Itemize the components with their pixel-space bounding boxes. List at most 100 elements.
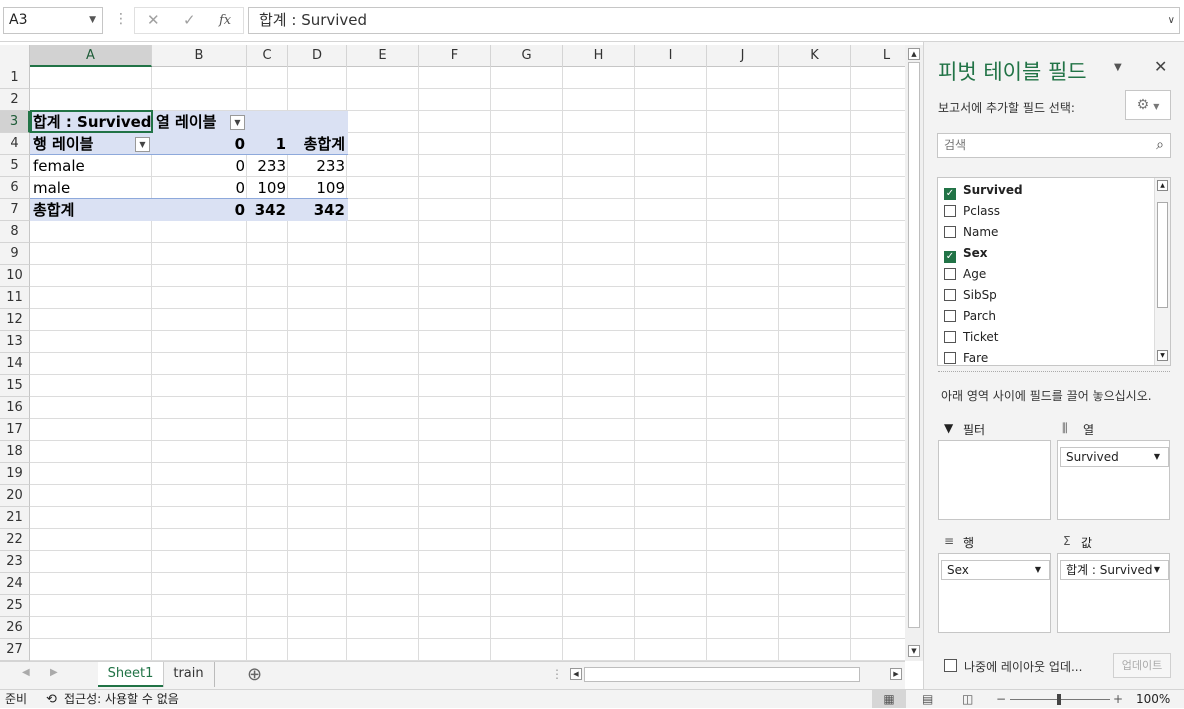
scroll-left-icon[interactable]: ◀ bbox=[570, 668, 582, 680]
close-icon[interactable]: ✕ bbox=[1154, 57, 1167, 76]
pivot-row-labels[interactable]: 행 레이블 bbox=[30, 133, 130, 155]
column-header-b[interactable]: B bbox=[152, 45, 247, 67]
column-header-a[interactable]: A bbox=[30, 45, 152, 67]
column-header-h[interactable]: H bbox=[563, 45, 635, 67]
page-break-view-icon[interactable]: ◫ bbox=[962, 690, 973, 709]
row-header-2[interactable]: 2 bbox=[0, 89, 30, 111]
row-header-16[interactable]: 16 bbox=[0, 397, 30, 419]
scroll-up-icon[interactable]: ▲ bbox=[1157, 180, 1168, 191]
checkbox-icon[interactable] bbox=[944, 289, 956, 301]
pivot-col-grand-total[interactable]: 총합계 bbox=[289, 133, 348, 155]
row-header-1[interactable]: 1 bbox=[0, 67, 30, 89]
column-header-l[interactable]: L bbox=[851, 45, 905, 67]
column-header-c[interactable]: C bbox=[247, 45, 288, 67]
chevron-down-icon[interactable]: ▼ bbox=[1035, 561, 1041, 579]
pivot-cell[interactable]: 0 bbox=[153, 177, 248, 199]
vertical-scrollbar[interactable]: ▲ ▼ bbox=[905, 45, 923, 661]
chevron-down-icon[interactable]: ▼ bbox=[1154, 561, 1160, 579]
enter-icon[interactable]: ✓ bbox=[183, 11, 196, 29]
insert-function-icon[interactable]: fx bbox=[219, 13, 231, 28]
gear-icon[interactable]: ⚙ ▼ bbox=[1125, 90, 1171, 120]
pivot-total-cell[interactable]: 342 bbox=[248, 199, 289, 221]
field-item-survived[interactable]: ✓ Survived bbox=[944, 180, 1023, 201]
columns-zone-item[interactable]: Survived ▼ bbox=[1060, 447, 1169, 467]
row-header-27[interactable]: 27 bbox=[0, 639, 30, 661]
row-header-23[interactable]: 23 bbox=[0, 551, 30, 573]
row-header-18[interactable]: 18 bbox=[0, 441, 30, 463]
scroll-down-icon[interactable]: ▼ bbox=[908, 645, 920, 657]
row-header-25[interactable]: 25 bbox=[0, 595, 30, 617]
prev-sheet-icon[interactable]: ◀ bbox=[22, 667, 30, 678]
next-sheet-icon[interactable]: ▶ bbox=[50, 667, 58, 678]
field-item-pclass[interactable]: Pclass bbox=[944, 201, 1000, 222]
select-all-corner[interactable] bbox=[0, 45, 30, 67]
name-box[interactable]: A3 ▼ bbox=[3, 7, 103, 34]
row-header-5[interactable]: 5 bbox=[0, 155, 30, 177]
column-header-g[interactable]: G bbox=[491, 45, 563, 67]
checkbox-icon[interactable] bbox=[944, 205, 956, 217]
field-item-ticket[interactable]: Ticket bbox=[944, 327, 999, 348]
row-header-14[interactable]: 14 bbox=[0, 353, 30, 375]
column-header-j[interactable]: J bbox=[707, 45, 779, 67]
row-header-26[interactable]: 26 bbox=[0, 617, 30, 639]
rows-zone[interactable]: Sex ▼ bbox=[938, 553, 1051, 633]
column-header-f[interactable]: F bbox=[419, 45, 491, 67]
checkbox-icon[interactable] bbox=[944, 226, 956, 238]
row-header-24[interactable]: 24 bbox=[0, 573, 30, 595]
zoom-out-icon[interactable]: − bbox=[996, 690, 1006, 709]
field-list-scrollbar[interactable]: ▲ ▼ bbox=[1154, 178, 1170, 365]
column-header-d[interactable]: D bbox=[288, 45, 347, 67]
field-search-input[interactable]: 검색 ⌕ bbox=[937, 133, 1171, 158]
row-header-10[interactable]: 10 bbox=[0, 265, 30, 287]
row-header-22[interactable]: 22 bbox=[0, 529, 30, 551]
row-header-17[interactable]: 17 bbox=[0, 419, 30, 441]
checkbox-icon[interactable] bbox=[944, 268, 956, 280]
row-header-4[interactable]: 4 bbox=[0, 133, 30, 155]
field-item-age[interactable]: Age bbox=[944, 264, 986, 285]
row-header-19[interactable]: 19 bbox=[0, 463, 30, 485]
row-header-15[interactable]: 15 bbox=[0, 375, 30, 397]
row-header-8[interactable]: 8 bbox=[0, 221, 30, 243]
pivot-cell[interactable]: 0 bbox=[153, 155, 248, 177]
row-header-6[interactable]: 6 bbox=[0, 177, 30, 199]
row-header-13[interactable]: 13 bbox=[0, 331, 30, 353]
chevron-down-icon[interactable]: ∨ bbox=[1168, 8, 1175, 33]
row-header-21[interactable]: 21 bbox=[0, 507, 30, 529]
pivot-total-cell[interactable]: 342 bbox=[289, 199, 348, 221]
checkbox-icon[interactable] bbox=[944, 352, 956, 364]
values-zone-item[interactable]: 합계 : Survived ▼ bbox=[1060, 560, 1169, 580]
field-item-sibsp[interactable]: SibSp bbox=[944, 285, 997, 306]
values-zone[interactable]: 합계 : Survived ▼ bbox=[1057, 553, 1170, 633]
pivot-cell[interactable]: 109 bbox=[289, 177, 348, 199]
pivot-col-value-0[interactable]: 0 bbox=[153, 133, 248, 155]
horizontal-scroll-thumb[interactable] bbox=[584, 667, 860, 682]
column-filter-dropdown-icon[interactable]: ▼ bbox=[230, 115, 245, 130]
pivot-col-value-1[interactable]: 1 bbox=[248, 133, 289, 155]
field-item-fare[interactable]: Fare bbox=[944, 348, 988, 365]
worksheet-grid[interactable]: ABCDEFGHIJKL 1 2 3 4 5 6 7 8 9 10 11 12 13 14 15 16 17 18… bbox=[0, 45, 905, 661]
checkbox-checked-icon[interactable]: ✓ bbox=[944, 251, 956, 263]
cancel-icon[interactable]: ✕ bbox=[147, 11, 160, 29]
horizontal-scrollbar[interactable]: ◀ ▶ bbox=[570, 667, 905, 683]
column-header-i[interactable]: I bbox=[635, 45, 707, 67]
checkbox-icon[interactable] bbox=[944, 331, 956, 343]
chevron-down-icon[interactable]: ▼ bbox=[1154, 448, 1160, 466]
panel-divider[interactable] bbox=[938, 371, 1170, 372]
accessibility-status[interactable]: 접근성: 사용할 수 없음 bbox=[64, 690, 179, 709]
defer-update-checkbox[interactable] bbox=[944, 659, 957, 672]
row-header-11[interactable]: 11 bbox=[0, 287, 30, 309]
tab-sheet1[interactable]: Sheet1 bbox=[98, 662, 163, 687]
field-item-name[interactable]: Name bbox=[944, 222, 998, 243]
row-header-20[interactable]: 20 bbox=[0, 485, 30, 507]
zoom-level[interactable]: 100% bbox=[1136, 690, 1170, 709]
panel-options-icon[interactable]: ▼ bbox=[1114, 62, 1122, 73]
scroll-down-icon[interactable]: ▼ bbox=[1157, 350, 1168, 361]
field-item-parch[interactable]: Parch bbox=[944, 306, 996, 327]
field-item-sex[interactable]: ✓ Sex bbox=[944, 243, 988, 264]
pivot-column-labels[interactable]: 열 레이블 bbox=[153, 111, 233, 133]
row-header-12[interactable]: 12 bbox=[0, 309, 30, 331]
pivot-cell[interactable]: 233 bbox=[248, 155, 289, 177]
tab-train[interactable]: train bbox=[163, 662, 215, 687]
vertical-scroll-thumb[interactable] bbox=[908, 62, 920, 628]
rows-zone-item[interactable]: Sex ▼ bbox=[941, 560, 1050, 580]
